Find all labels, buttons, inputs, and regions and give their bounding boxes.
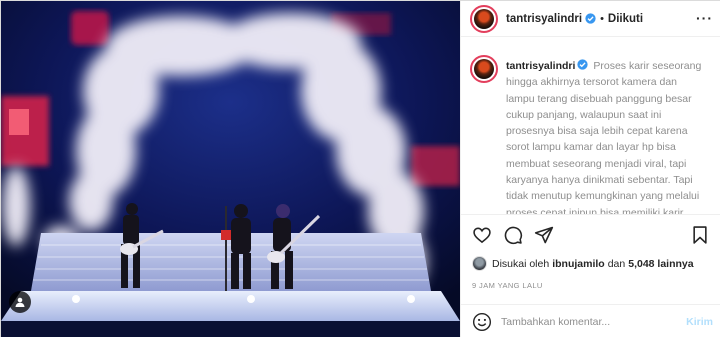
heart-icon[interactable] — [472, 225, 492, 245]
caption-username[interactable]: tantrisyalindri — [506, 60, 575, 72]
post-caption: tantrisyalindri Proses karir seseorang h… — [506, 58, 706, 214]
follow-status-button[interactable]: Diikuti — [608, 13, 643, 25]
likes-count-link[interactable]: 5,048 lainnya — [628, 258, 693, 270]
post-timestamp[interactable]: 9 JAM YANG LALU — [472, 281, 543, 290]
avatar[interactable] — [470, 4, 498, 33]
user-tag-icon[interactable] — [9, 291, 31, 313]
caption-text: Proses karir seseorang hingga akhirnya t… — [506, 60, 702, 214]
post-sidebar: tantrisyalindri • Diikuti ··· tantrisyal… — [460, 1, 720, 337]
instagram-post-window: tantrisyalindri • Diikuti ··· tantrisyal… — [0, 0, 720, 337]
post-comment-button[interactable]: Kirim — [686, 316, 713, 328]
comment-box: Tambahkan komentar... Kirim — [461, 304, 720, 337]
bookmark-icon[interactable] — [690, 225, 710, 245]
more-horizontal-icon[interactable]: ··· — [696, 11, 713, 25]
share-icon[interactable] — [534, 225, 554, 245]
username-link[interactable]: tantrisyalindri — [506, 13, 582, 25]
verified-badge-icon — [577, 59, 589, 70]
likes-prefix: Disukai oleh — [492, 257, 550, 270]
liker-username[interactable]: ibnujamilo — [552, 258, 605, 270]
comment-icon[interactable] — [503, 225, 523, 245]
comment-input[interactable]: Tambahkan komentar... — [501, 316, 686, 328]
post-photo[interactable] — [1, 1, 460, 337]
likes-summary: Disukai oleh ibnujamilo dan 5,048 lainny… — [472, 256, 697, 271]
emoji-smile-icon[interactable] — [472, 312, 492, 332]
caption-avatar[interactable] — [470, 55, 498, 83]
liker-avatar[interactable] — [472, 256, 487, 271]
separator-dot: • — [600, 12, 604, 25]
post-header: tantrisyalindri • Diikuti ··· — [461, 1, 720, 37]
verified-badge-icon — [585, 13, 596, 24]
concert-stage-image — [1, 1, 460, 337]
likes-connector: dan — [607, 257, 626, 270]
caption-area: tantrisyalindri Proses karir seseorang h… — [461, 46, 720, 214]
action-bar — [461, 214, 720, 254]
